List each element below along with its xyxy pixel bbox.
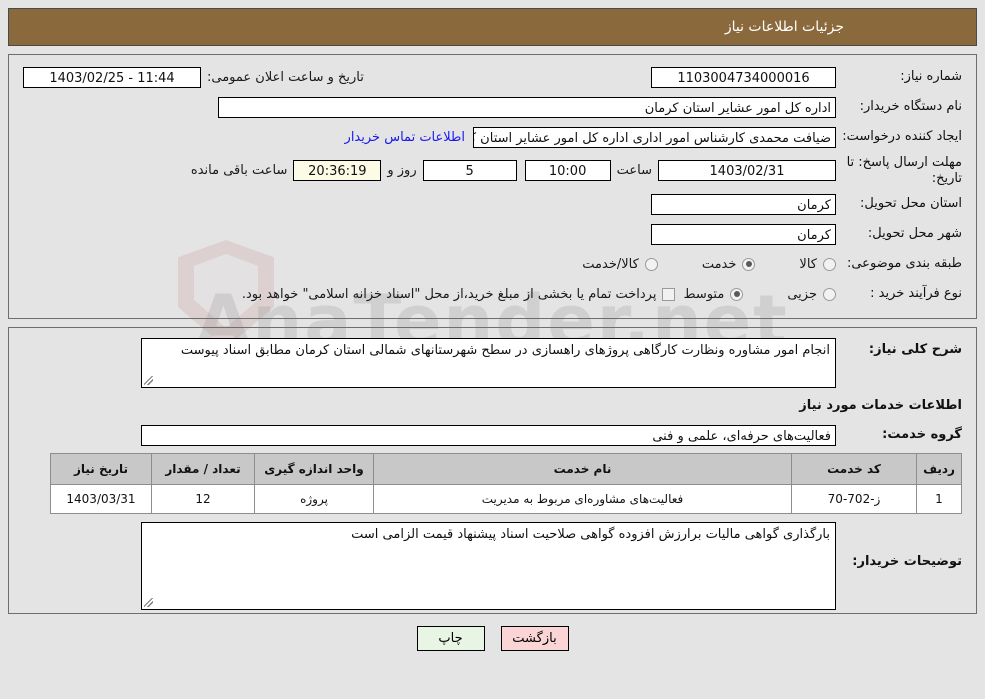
cell-service-name: فعالیت‌های مشاوره‌ای مربوط به مدیریت [373, 484, 792, 514]
radio-icon[interactable] [823, 287, 836, 301]
process-label: نوع فرآیند خرید : [870, 286, 962, 302]
cell-service-code: ز-702-70 [791, 484, 917, 514]
cell-quantity: 12 [151, 484, 255, 514]
city-label: شهر محل تحویل: [867, 226, 962, 242]
announce-label: تاریخ و ساعت اعلان عمومی: [207, 69, 364, 85]
row-buyer-notes: توضیحات خریدار: بارگذاری گواهی مالیات بر… [23, 522, 962, 610]
deadline-time-value: 10:00 [524, 160, 611, 182]
category-radio-group: کالا خدمت کالا/خدمت [582, 257, 836, 272]
cell-radif: 1 [916, 484, 962, 514]
buyer-org-value: اداره کل امور عشایر استان کرمان [218, 96, 836, 118]
description-label: شرح کلی نیاز: [868, 342, 962, 357]
process-option-jozei[interactable]: جزیی [787, 287, 836, 302]
back-button[interactable]: بازگشت [500, 626, 569, 651]
col-service-code: کد خدمت [791, 453, 917, 485]
days-word-label: روز و [387, 163, 417, 179]
radio-icon[interactable] [644, 257, 658, 271]
row-process-type: نوع فرآیند خرید : جزیی متوسط پرداخت تمام… [23, 282, 962, 306]
deadline-date-value: 1403/02/31 [658, 160, 836, 182]
service-group-value: فعالیت‌های حرفه‌ای، علمی و فنی [141, 424, 836, 446]
process-option-motavaset[interactable]: متوسط [683, 286, 744, 302]
need-info-panel: شماره نیاز: 1103004734000016 تاریخ و ساع… [8, 54, 977, 319]
table-header-row: ردیف کد خدمت نام خدمت واحد اندازه گیری ت… [50, 453, 962, 485]
creator-value: ضیافت محمدی کارشناس امور اداری اداره کل … [473, 126, 836, 148]
province-label: استان محل تحویل: [860, 196, 962, 212]
print-button[interactable]: چاپ [416, 626, 485, 651]
service-group-label: گروه خدمت: [882, 426, 962, 442]
page-title: جزئیات اطلاعات نیاز [724, 19, 844, 35]
table-row: 1 ز-702-70 فعالیت‌های مشاوره‌ای مربوط به… [50, 484, 962, 514]
row-city: شهر محل تحویل: کرمان [23, 222, 962, 246]
row-category: طبقه بندی موضوعی: کالا خدمت کالا/خدمت [23, 252, 962, 276]
services-section-heading: اطلاعات خدمات مورد نیاز [799, 398, 962, 413]
row-service-group: گروه خدمت: فعالیت‌های حرفه‌ای، علمی و فن… [23, 423, 962, 447]
col-need-date: تاریخ نیاز [50, 453, 152, 485]
category-option-label: کالا [799, 256, 817, 272]
remaining-word-label: ساعت باقی مانده [190, 163, 288, 179]
category-option-kala-khedmat[interactable]: کالا/خدمت [582, 257, 658, 272]
radio-icon[interactable] [823, 257, 836, 271]
city-value: کرمان [651, 223, 836, 245]
creator-label: ایجاد کننده درخواست: [842, 128, 962, 144]
buyer-notes-label: توضیحات خریدار: [852, 554, 962, 569]
remaining-clock-value: 20:36:19 [293, 160, 382, 182]
radio-icon-selected[interactable] [742, 257, 756, 271]
category-option-label: خدمت [701, 256, 737, 272]
process-option-label: متوسط [683, 286, 725, 302]
treasury-checkbox[interactable] [662, 287, 676, 301]
col-quantity: تعداد / مقدار [151, 453, 255, 485]
row-buyer-org: نام دستگاه خریدار: اداره کل امور عشایر ا… [23, 95, 962, 119]
details-panel: شرح کلی نیاز: انجام امور مشاوره ونظارت ک… [8, 327, 977, 614]
col-radif: ردیف [916, 453, 962, 485]
footer-actions: بازگشت چاپ [0, 626, 985, 651]
need-number-label: شماره نیاز: [900, 68, 962, 84]
deadline-label: مهلت ارسال پاسخ: تا تاریخ: [846, 155, 962, 186]
category-option-label: کالا/خدمت [582, 256, 639, 272]
row-description: شرح کلی نیاز: انجام امور مشاوره ونظارت ک… [23, 338, 962, 388]
page-header: جزئیات اطلاعات نیاز [8, 8, 977, 46]
row-creator: ایجاد کننده درخواست: ضیافت محمدی کارشناس… [23, 125, 962, 149]
need-number-value: 1103004734000016 [651, 66, 836, 88]
cell-unit: پروژه [254, 484, 374, 514]
category-label: طبقه بندی موضوعی: [846, 256, 962, 272]
services-table: ردیف کد خدمت نام خدمت واحد اندازه گیری ت… [50, 453, 962, 514]
process-option-label: جزیی [787, 286, 817, 302]
buyer-contact-link[interactable]: اطلاعات تماس خریدار [337, 130, 473, 145]
category-option-kala[interactable]: کالا [799, 257, 836, 272]
remaining-days-value: 5 [422, 160, 517, 182]
announce-value: 11:44 - 1403/02/25 [23, 66, 201, 88]
radio-icon-selected[interactable] [730, 287, 744, 301]
buyer-org-label: نام دستگاه خریدار: [859, 98, 962, 114]
treasury-text: پرداخت تمام یا بخشی از مبلغ خرید،از محل … [241, 286, 657, 302]
cell-need-date: 1403/03/31 [50, 484, 152, 514]
process-radio-group: جزیی متوسط [683, 287, 836, 302]
buyer-notes-value[interactable]: بارگذاری گواهی مالیات برارزش افزوده گواه… [141, 522, 836, 610]
hour-word-label: ساعت [616, 163, 652, 179]
province-value: کرمان [651, 193, 836, 215]
row-deadline: مهلت ارسال پاسخ: تا تاریخ: 1403/02/31 سا… [23, 155, 962, 186]
row-province: استان محل تحویل: کرمان [23, 192, 962, 216]
col-service-name: نام خدمت [373, 453, 792, 485]
description-value[interactable]: انجام امور مشاوره ونظارت کارگاهی پروژهای… [141, 338, 836, 388]
row-need-number: شماره نیاز: 1103004734000016 تاریخ و ساع… [23, 65, 962, 89]
category-option-khedmat[interactable]: خدمت [702, 257, 756, 272]
services-table-wrap: ردیف کد خدمت نام خدمت واحد اندازه گیری ت… [23, 453, 962, 514]
col-unit: واحد اندازه گیری [254, 453, 374, 485]
